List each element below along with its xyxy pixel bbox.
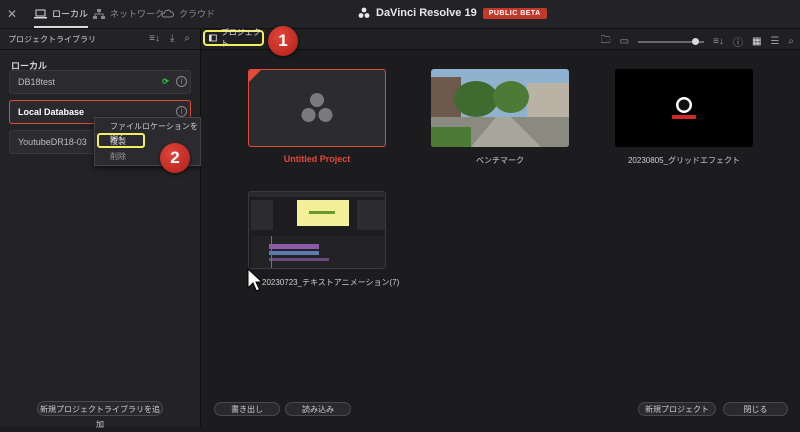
mouse-cursor-icon — [247, 268, 263, 292]
app-title-text: DaVinci Resolve 19 — [376, 7, 477, 19]
project-thumbnail-untitled[interactable] — [248, 69, 386, 147]
street-scene-image — [431, 69, 569, 147]
tab-cloud-label: クラウド — [179, 9, 216, 19]
duplicate-highlight-box — [97, 133, 145, 148]
callout-1: 1 — [268, 26, 298, 56]
app-title: DaVinci Resolve 19 PUBLIC BETA — [358, 7, 547, 19]
projects-toggle-button[interactable]: プロジェクト — [203, 28, 264, 48]
library-panel-header: プロジェクトライブラリ ≡↓ ⤓ ⌕ — [0, 29, 200, 50]
library-name: YoutubeDR18-03 — [18, 137, 87, 147]
project-name-grid-effect[interactable]: 20230805_グリッドエフェクト — [594, 155, 774, 166]
close-icon[interactable]: ✕ — [7, 7, 17, 21]
project-thumbnail-text-animation[interactable] — [248, 191, 386, 269]
project-name-benchmark[interactable]: ベンチマーク — [410, 155, 590, 166]
current-project-corner-icon — [249, 70, 261, 82]
tab-cloud[interactable]: クラウド — [161, 7, 215, 20]
project-thumbnail-grid-effect[interactable] — [615, 69, 753, 147]
thumbnail-size-icon[interactable]: ▭ — [620, 36, 629, 47]
library-name: DB18test — [18, 77, 56, 87]
search-icon[interactable]: ⌕ — [184, 33, 190, 44]
network-icon — [93, 8, 105, 19]
search-icon[interactable]: ⌕ — [788, 36, 794, 47]
projects-button-label: プロジェクト — [220, 28, 261, 48]
grid-view-icon[interactable]: ▦ — [752, 36, 761, 47]
sort-order-icon[interactable]: ≡↓ — [713, 36, 724, 47]
thumbnail-size-slider[interactable] — [638, 37, 705, 45]
logo-thumbnail-image — [615, 69, 753, 147]
tab-network[interactable]: ネットワーク — [93, 7, 164, 20]
import-icon[interactable]: ⤓ — [170, 33, 174, 44]
tab-local-label: ローカル — [52, 9, 89, 19]
add-project-library-button[interactable]: 新規プロジェクトライブラリを追加 — [37, 401, 163, 429]
sort-icon[interactable]: ≡↓ — [149, 33, 160, 44]
menu-item-delete[interactable]: 削除 — [110, 151, 126, 162]
library-item-db18test[interactable]: DB18test ⟳ i — [9, 70, 191, 94]
tab-local[interactable]: ローカル — [34, 7, 89, 28]
project-manager-main: プロジェクト 🗀 ▭ ≡↓ ⓘ ▦ ☰ ⌕ Untitled Project ベ… — [201, 28, 800, 427]
library-panel-title: プロジェクトライブラリ — [8, 35, 96, 44]
editor-screenshot-image — [249, 192, 385, 268]
project-library-panel: プロジェクトライブラリ ≡↓ ⤓ ⌕ ローカル DB18test ⟳ i Loc… — [0, 29, 201, 429]
list-view-icon[interactable]: ☰ — [770, 36, 779, 47]
project-name-untitled[interactable]: Untitled Project — [227, 154, 407, 164]
new-folder-icon[interactable]: 🗀 — [601, 33, 611, 50]
slider-knob[interactable] — [692, 37, 700, 45]
callout-2: 2 — [160, 143, 190, 173]
panel-toggle-icon — [209, 34, 217, 42]
project-thumbnail-benchmark[interactable] — [431, 69, 569, 147]
public-beta-badge: PUBLIC BETA — [482, 7, 547, 19]
davinci-placeholder-icon — [301, 93, 333, 122]
info-icon[interactable]: i — [176, 106, 187, 117]
export-button[interactable]: 書き出し — [214, 402, 280, 416]
import-button[interactable]: 読み込み — [285, 402, 351, 416]
cloud-icon — [161, 9, 174, 18]
new-project-button[interactable]: 新規プロジェクト — [638, 402, 716, 416]
info-icon[interactable]: i — [176, 76, 187, 87]
info-icon[interactable]: ⓘ — [733, 34, 743, 49]
laptop-icon — [34, 9, 47, 18]
davinci-logo-icon — [358, 7, 370, 18]
tab-network-label: ネットワーク — [110, 9, 165, 19]
sync-icon: ⟳ — [162, 77, 169, 86]
top-bar: ✕ ローカル ネットワーク クラウド DaVinci Resolve 19 PU… — [0, 0, 800, 29]
close-button[interactable]: 閉じる — [723, 402, 788, 416]
library-name: Local Database — [18, 107, 85, 117]
